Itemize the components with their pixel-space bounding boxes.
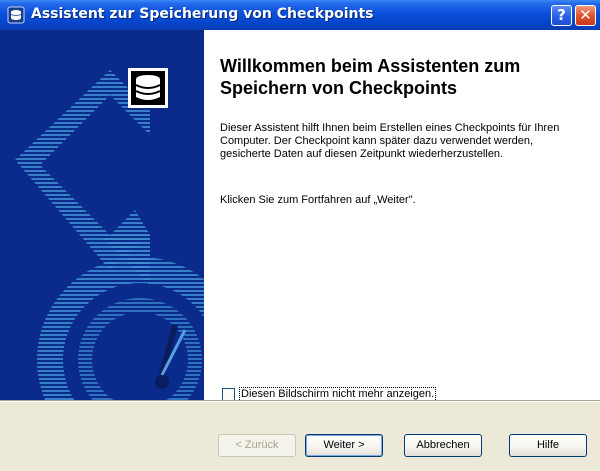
back-button[interactable]: < Zurück <box>218 434 296 457</box>
cancel-button[interactable]: Abbrechen <box>404 434 482 457</box>
description-text: Dieser Assistent hilft Ihnen beim Erstel… <box>220 122 560 160</box>
database-stack-icon <box>128 68 168 108</box>
page-title-line2: Speichern von Checkpoints <box>220 78 458 98</box>
instruction-text: Klicken Sie zum Fortfahren auf „Weiter". <box>220 194 416 206</box>
side-panel-art <box>15 68 204 400</box>
wizard-content: Willkommen beim Assistenten zum Speicher… <box>204 30 600 402</box>
page-title: Willkommen beim Assistenten zum Speicher… <box>220 55 590 99</box>
wizard-side-panel <box>0 30 204 400</box>
wizard-window: Assistent zur Speicherung von Checkpoint… <box>0 0 600 471</box>
title-bar[interactable]: Assistent zur Speicherung von Checkpoint… <box>0 0 600 30</box>
help-button[interactable]: Hilfe <box>509 434 587 457</box>
dont-show-again-checkbox[interactable] <box>222 387 235 401</box>
close-icon[interactable]: ✕ <box>575 5 596 26</box>
button-bar-divider <box>0 400 600 402</box>
database-icon <box>7 6 25 24</box>
help-icon[interactable]: ? <box>551 5 572 26</box>
clock-hand <box>159 324 178 376</box>
window-title: Assistent zur Speicherung von Checkpoint… <box>31 6 374 22</box>
page-title-line1: Willkommen beim Assistenten zum <box>220 56 521 76</box>
next-button[interactable]: Weiter > <box>305 434 383 457</box>
